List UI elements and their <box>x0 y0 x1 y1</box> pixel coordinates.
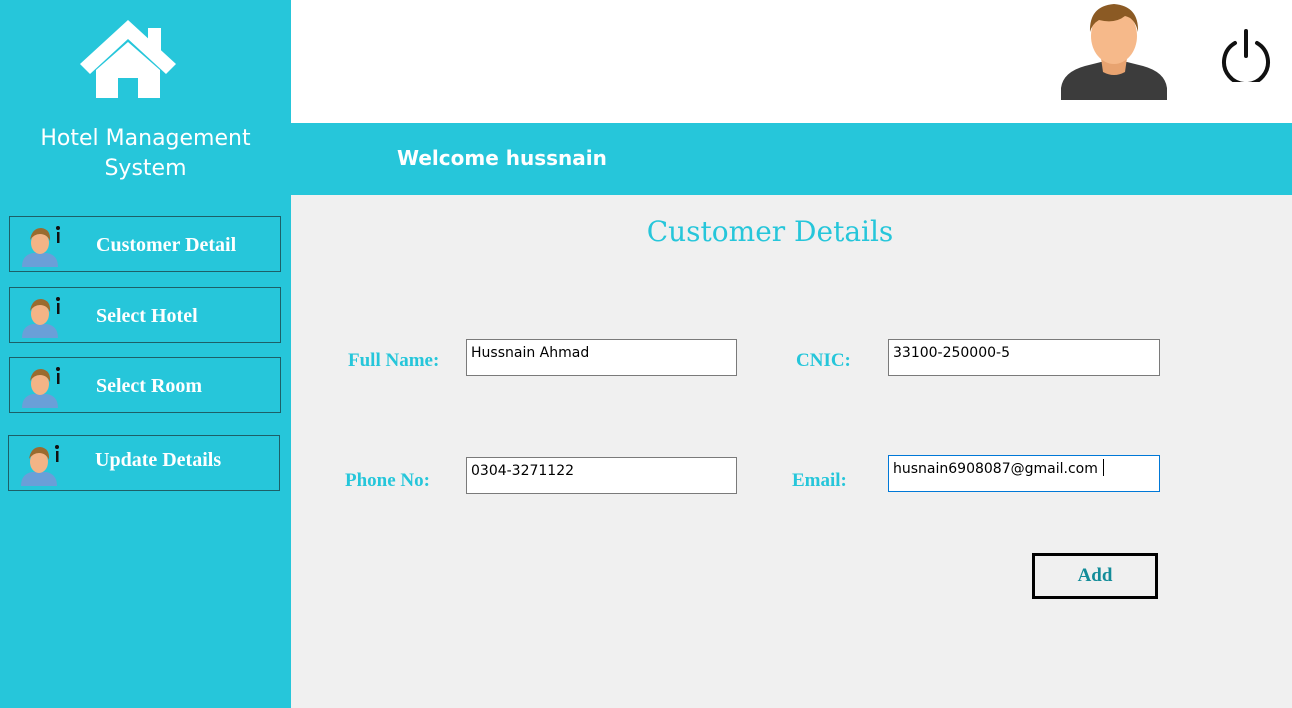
email-label: Email: <box>792 470 847 491</box>
user-info-icon <box>22 367 60 408</box>
header <box>291 0 1292 123</box>
add-button[interactable]: Add <box>1032 553 1158 599</box>
welcome-text: Welcome hussnain <box>397 146 607 170</box>
power-icon[interactable] <box>1213 28 1279 82</box>
form-title: Customer Details <box>646 215 894 248</box>
nav-select-room-button[interactable]: Select Room <box>9 357 281 413</box>
cnic-label: CNIC: <box>796 350 851 371</box>
user-info-icon <box>21 445 59 486</box>
nav-label: Customer Detail <box>96 234 237 256</box>
user-info-icon <box>22 226 60 267</box>
text-caret <box>1102 459 1104 476</box>
nav-label: Select Room <box>96 375 203 397</box>
email-value: husnain6908087@gmail.com <box>893 461 1098 477</box>
full-name-label: Full Name: <box>348 350 440 371</box>
nav-label: Select Hotel <box>96 305 198 327</box>
cnic-input[interactable]: 33100-250000-5 <box>888 339 1160 376</box>
phone-label: Phone No: <box>345 470 430 491</box>
user-info-icon <box>22 297 60 338</box>
email-input[interactable]: husnain6908087@gmail.com <box>888 455 1160 492</box>
nav-select-hotel-button[interactable]: Select Hotel <box>9 287 281 343</box>
full-name-input[interactable]: Hussnain Ahmad <box>466 339 737 376</box>
app-title: Hotel Management System <box>40 126 251 181</box>
sidebar: Hotel Management System Customer Detail … <box>0 0 291 708</box>
phone-input[interactable]: 0304-3271122 <box>466 457 737 494</box>
nav-label: Update Details <box>95 449 222 471</box>
user-avatar-icon <box>1061 4 1167 100</box>
welcome-bar: Welcome hussnain <box>291 123 1292 195</box>
customer-details-form: Customer Details Full Name: Hussnain Ahm… <box>291 195 1292 708</box>
nav-customer-detail-button[interactable]: Customer Detail <box>9 216 281 272</box>
home-icon <box>80 20 176 98</box>
nav-update-details-button[interactable]: Update Details <box>8 435 280 491</box>
